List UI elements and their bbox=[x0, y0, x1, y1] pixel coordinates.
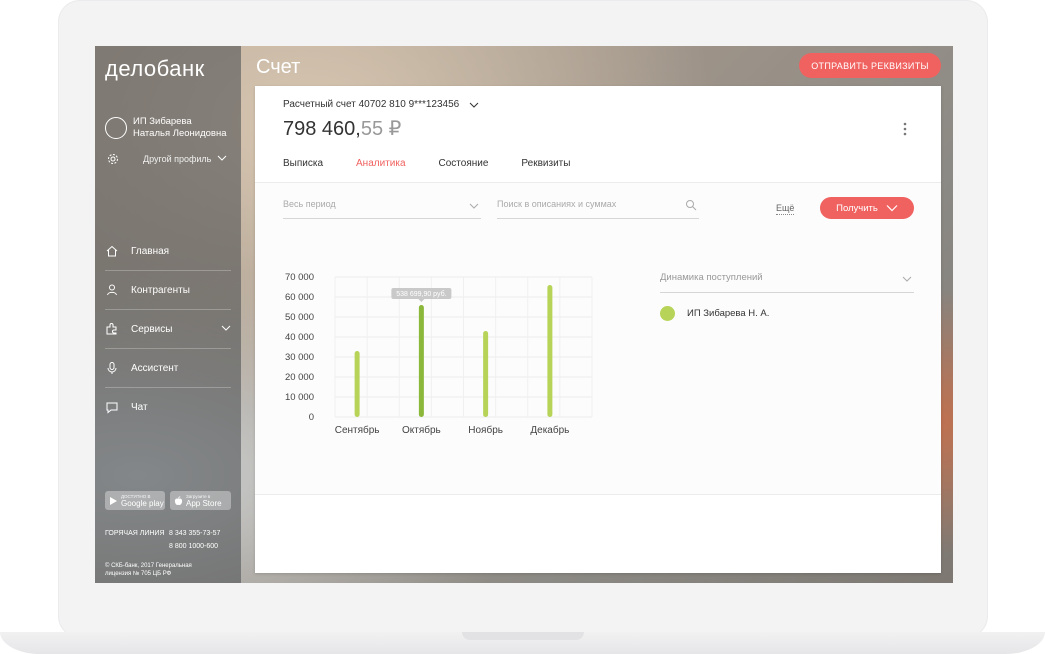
puzzle-icon bbox=[106, 323, 117, 335]
balance-integer: 798 460, bbox=[283, 118, 361, 140]
hotline-phone-2[interactable]: 8 800 1000-600 bbox=[169, 541, 218, 553]
sidebar-item-services[interactable]: Сервисы bbox=[105, 309, 231, 348]
chevron-down-icon[interactable] bbox=[221, 324, 231, 332]
laptop-notch bbox=[462, 632, 584, 640]
person-icon bbox=[107, 284, 117, 296]
chevron-down-icon bbox=[469, 203, 479, 209]
period-select[interactable]: Весь период bbox=[283, 199, 481, 219]
search-placeholder: Поиск в описаниях и суммах bbox=[497, 199, 617, 209]
legend-dot bbox=[660, 306, 675, 321]
chart-bar[interactable] bbox=[418, 305, 424, 417]
home-icon bbox=[106, 245, 118, 257]
get-button[interactable]: Получить bbox=[820, 197, 914, 219]
search-input[interactable]: Поиск в описаниях и суммах bbox=[497, 199, 699, 219]
chevron-down-icon[interactable] bbox=[217, 154, 227, 162]
get-button-label: Получить bbox=[836, 202, 878, 214]
sidebar-item-label: Чат bbox=[131, 401, 148, 413]
x-tick-label: Декабрь bbox=[530, 424, 569, 436]
copyright-line1: © СКБ-банк, 2017 Генеральная bbox=[105, 563, 192, 569]
hotline: ГОРЯЧАЯ ЛИНИЯ 8 343 355-73-57 8 800 1000… bbox=[105, 528, 220, 550]
profile-name-line1: ИП Зибарева bbox=[133, 116, 192, 127]
x-tick-label: Сентябрь bbox=[335, 424, 380, 436]
legend-label: ИП Зибарева Н. А. bbox=[687, 308, 770, 319]
chevron-down-icon bbox=[886, 205, 898, 212]
profile-name[interactable]: ИП Зибарева Наталья Леонидовна bbox=[133, 116, 227, 140]
filter-bar: Весь период Поиск в описаниях и суммах Е… bbox=[255, 182, 941, 236]
sidebar-item-home[interactable]: Главная bbox=[105, 232, 231, 270]
sidebar-item-label: Главная bbox=[131, 245, 170, 257]
avatar[interactable] bbox=[105, 117, 127, 139]
app-screen: делобанк ИП Зибарева Наталья Леонидовна … bbox=[95, 46, 953, 583]
income-bar-chart: 70 000 60 000 50 000 40 000 30 000 20 000 10 0… bbox=[285, 272, 593, 436]
more-options-icon[interactable] bbox=[903, 122, 907, 136]
legend-item[interactable]: ИП Зибарева Н. А. bbox=[660, 306, 769, 321]
hotline-phone-1[interactable]: 8 343 355-73-57 bbox=[169, 528, 220, 540]
y-tick-label: 70 000 bbox=[285, 272, 314, 283]
sidebar-item-label: Ассистент bbox=[131, 362, 179, 374]
sidebar-item-chat[interactable]: Чат bbox=[105, 387, 231, 426]
x-tick-label: Ноябрь bbox=[468, 424, 503, 436]
chart-bar[interactable] bbox=[483, 331, 489, 417]
google-play-small: ДОСТУПНО В bbox=[121, 493, 151, 499]
copyright: © СКБ-банк, 2017 Генеральная лицензия № … bbox=[105, 562, 225, 578]
y-tick-label: 60 000 bbox=[285, 292, 314, 303]
account-selector[interactable]: Расчетный счет 40702 810 9***123456 bbox=[283, 99, 459, 110]
account-balance: 798 460,55 ₽ bbox=[283, 116, 401, 141]
chevron-down-icon bbox=[902, 276, 912, 282]
chart-tooltip-text: 538 699,90 руб. bbox=[396, 290, 446, 298]
y-tick-label: 0 bbox=[309, 412, 314, 423]
send-details-button[interactable]: ОТПРАВИТЬ РЕКВИЗИТЫ bbox=[799, 53, 941, 78]
app-store-label: App Store bbox=[186, 498, 222, 508]
dynamics-label: Динамика поступлений bbox=[660, 272, 763, 283]
page-title: Счет bbox=[256, 56, 301, 78]
balance-fraction: 55 ₽ bbox=[360, 118, 402, 140]
apple-icon bbox=[174, 495, 183, 505]
google-play-label: Google play bbox=[121, 498, 164, 508]
chart-tooltip-arrow bbox=[418, 299, 425, 302]
sidebar-item-counterparties[interactable]: Контрагенты bbox=[105, 270, 231, 309]
y-tick-label: 10 000 bbox=[285, 392, 314, 403]
y-tick-label: 30 000 bbox=[285, 352, 314, 363]
y-tick-label: 20 000 bbox=[285, 372, 314, 383]
app-store-button[interactable]: Загрузите в App Store bbox=[170, 491, 231, 510]
chart-bar[interactable] bbox=[354, 351, 360, 417]
bank-logo[interactable]: делобанк bbox=[105, 56, 205, 82]
more-filters-link[interactable]: Ещё bbox=[776, 203, 795, 215]
sidebar: делобанк ИП Зибарева Наталья Леонидовна … bbox=[95, 46, 241, 583]
search-icon[interactable] bbox=[685, 199, 697, 211]
other-profile-link[interactable]: Другой профиль bbox=[143, 154, 211, 164]
x-tick-label: Октябрь bbox=[402, 424, 441, 436]
chart-bar[interactable] bbox=[547, 285, 553, 417]
gear-icon[interactable] bbox=[107, 153, 119, 165]
sidebar-item-label: Контрагенты bbox=[131, 284, 190, 296]
analytics-panel: 70 000 60 000 50 000 40 000 30 000 20 000 10 0… bbox=[255, 234, 941, 495]
tab-analytics[interactable]: Аналитика bbox=[356, 158, 406, 184]
dynamics-select[interactable]: Динамика поступлений bbox=[660, 272, 914, 293]
copyright-line2: лицензия № 705 ЦБ РФ bbox=[105, 571, 172, 577]
sidebar-item-label: Сервисы bbox=[131, 323, 173, 335]
tab-statement[interactable]: Выписка bbox=[283, 158, 323, 184]
hotline-label: ГОРЯЧАЯ ЛИНИЯ bbox=[105, 530, 165, 537]
y-tick-label: 50 000 bbox=[285, 312, 314, 323]
tab-requisites[interactable]: Реквизиты bbox=[521, 158, 570, 184]
google-play-button[interactable]: ДОСТУПНО В Google play bbox=[105, 491, 165, 510]
account-tabs: Выписка Аналитика Состояние Реквизиты bbox=[283, 158, 603, 184]
period-placeholder: Весь период bbox=[283, 199, 336, 209]
y-tick-label: 40 000 bbox=[285, 332, 314, 343]
sidebar-item-assistant[interactable]: Ассистент bbox=[105, 348, 231, 387]
microphone-icon bbox=[107, 362, 117, 374]
tab-status[interactable]: Состояние bbox=[439, 158, 489, 184]
chat-icon bbox=[106, 402, 118, 414]
profile-name-line2: Наталья Леонидовна bbox=[133, 128, 227, 139]
sidebar-nav: Главная Контрагенты Сервисы Ассистент Ча… bbox=[105, 232, 231, 426]
app-store-small: Загрузите в bbox=[186, 493, 211, 499]
account-card: Расчетный счет 40702 810 9***123456 798 … bbox=[255, 86, 941, 573]
google-play-icon bbox=[110, 496, 117, 505]
chevron-down-icon[interactable] bbox=[469, 101, 479, 109]
